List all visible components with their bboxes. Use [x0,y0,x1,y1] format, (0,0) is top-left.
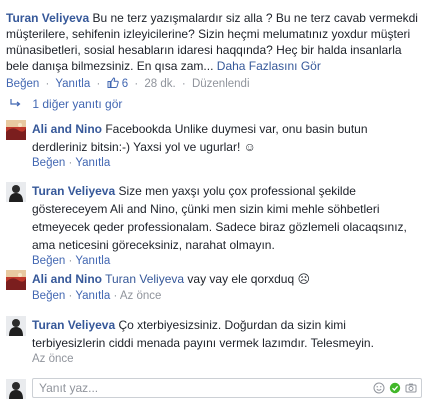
avatar[interactable] [6,316,26,336]
thumbs-up-icon [107,77,122,90]
reply-comment: Turan Veliyeva Size men yaxşı yolu çox p… [6,182,424,272]
camera-icon[interactable] [405,382,417,394]
reply-author[interactable]: Turan Veliyeva [32,318,115,332]
reply-arrow-icon [10,97,21,111]
like-button[interactable]: Beğen [32,290,65,302]
reply-box[interactable] [32,378,422,398]
avatar[interactable] [6,120,26,140]
timestamp[interactable]: 28 dk. [144,78,175,90]
sticker-icon[interactable] [389,382,401,394]
reply-button[interactable]: Yanıtla [55,78,90,90]
like-count[interactable]: 6 [122,78,128,90]
timestamp[interactable]: Az önce [120,290,162,302]
see-more-link[interactable]: Daha Fazlasını Gör [217,59,321,73]
reply-button[interactable]: Yanıtla [75,290,110,302]
comment-actions: Beğen · Yanıtla · 6 · 28 dk. · Düzenlend… [6,77,250,90]
reply-composer [6,378,424,400]
avatar[interactable] [6,270,26,290]
reply-comment: Ali and Nino Facebookda Unlike duymesi v… [6,120,424,176]
reply-input[interactable] [39,380,369,396]
reply-button[interactable]: Yanıtla [75,255,110,267]
timestamp[interactable]: Az önce [32,353,74,365]
avatar [6,379,26,399]
reply-button[interactable]: Yanıtla [75,157,110,169]
reply-comment: Turan Veliyeva Ço xterbiyesizsiniz. Doğu… [6,316,424,372]
emoji-icon[interactable] [373,382,385,394]
reply-author[interactable]: Ali and Nino [32,272,102,286]
top-comment: Turan Veliyeva Bu ne terz yazışmalardır … [6,10,424,74]
view-more-replies[interactable]: 1 diğer yanıtı gör [10,97,122,111]
mention-link[interactable]: Turan Veliyeva [105,272,184,286]
reply-author[interactable]: Turan Veliyeva [32,184,115,198]
reply-author[interactable]: Ali and Nino [32,122,102,136]
avatar[interactable] [6,182,26,202]
edited-label: Düzenlendi [191,78,250,90]
view-more-replies-label[interactable]: 1 diğer yanıtı gör [32,97,122,111]
comment-author[interactable]: Turan Veliyeva [6,11,89,25]
like-button[interactable]: Beğen [32,255,65,267]
like-button[interactable]: Beğen [32,157,65,169]
reply-comment: Ali and Nino Turan Veliyeva vay vay ele … [6,270,424,310]
reply-text: vay vay ele qorxduq ☹ [187,272,310,286]
like-button[interactable]: Beğen [6,78,39,90]
